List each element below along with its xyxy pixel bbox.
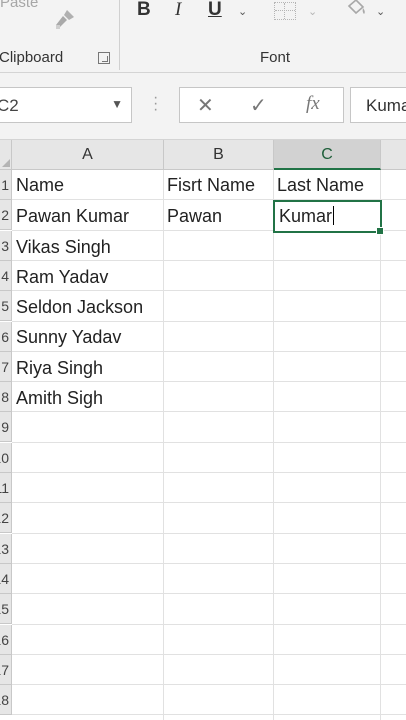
ribbon-divider <box>119 0 120 70</box>
gridline <box>12 593 406 594</box>
insert-function-icon[interactable]: fx <box>306 93 320 115</box>
bold-button[interactable]: B <box>137 0 151 21</box>
fill-color-dropdown-icon[interactable]: ⌄ <box>376 5 385 18</box>
row-number: 6 <box>1 329 9 345</box>
cell-a6[interactable]: Sunny Yadav <box>16 322 121 352</box>
row-header-1[interactable]: 1 <box>0 170 12 200</box>
gridline <box>12 684 406 685</box>
cell-c2: Kumar <box>279 206 333 226</box>
row-header-8[interactable]: 8 <box>0 382 12 412</box>
dialog-launcher-icon[interactable] <box>98 52 110 64</box>
row-number: 9 <box>1 419 9 435</box>
row-header-15[interactable]: 15 <box>0 594 12 624</box>
row-header-16[interactable]: 16 <box>0 625 12 655</box>
text-cursor <box>333 206 335 225</box>
cell-a1[interactable]: Name <box>16 170 64 200</box>
cell-b1[interactable]: Fisrt Name <box>167 170 255 200</box>
column-header-b[interactable]: B <box>164 140 274 170</box>
row-number: 4 <box>1 268 9 284</box>
gridline <box>380 170 381 720</box>
cell-a4[interactable]: Ram Yadav <box>16 262 108 292</box>
gridline <box>163 170 164 720</box>
formula-input[interactable]: Kumar <box>350 87 406 123</box>
paste-button[interactable]: Paste <box>0 0 38 11</box>
row-header-6[interactable]: 6 <box>0 322 12 352</box>
row-number: 5 <box>1 298 9 314</box>
row-header-7[interactable]: 7 <box>0 352 12 382</box>
enter-icon[interactable]: ✓ <box>250 93 267 118</box>
row-header-2[interactable]: 2 <box>0 200 12 230</box>
gridline <box>12 502 406 503</box>
row-header-14[interactable]: 14 <box>0 564 12 594</box>
active-cell-c2[interactable]: Kumar <box>273 200 384 235</box>
row-header-11[interactable]: 11 <box>0 473 12 503</box>
borders-icon[interactable] <box>274 2 296 20</box>
row-number: 10 <box>0 450 9 466</box>
cell-a3[interactable]: Vikas Singh <box>16 232 111 262</box>
gridline <box>12 472 406 473</box>
row-header-17[interactable]: 17 <box>0 655 12 685</box>
cell-b2[interactable]: Pawan <box>167 201 222 231</box>
row-number: 2 <box>1 207 9 223</box>
name-box[interactable]: C2 ▼ <box>0 87 132 123</box>
fill-handle[interactable] <box>376 227 384 235</box>
font-group-label: Font <box>260 49 291 66</box>
column-header-d[interactable] <box>381 140 406 170</box>
select-all-corner[interactable] <box>0 140 12 170</box>
format-painter-icon[interactable] <box>52 6 80 34</box>
gridline <box>12 442 406 443</box>
clipboard-group-label: Clipboard <box>0 49 64 66</box>
row-number: 7 <box>1 359 9 375</box>
gridline <box>273 170 274 720</box>
formula-tools: ✕ ✓ fx <box>179 87 344 123</box>
gridline <box>12 624 406 625</box>
row-number: 16 <box>0 632 9 648</box>
cell-a8[interactable]: Amith Sigh <box>16 383 103 413</box>
row-number: 15 <box>0 601 9 617</box>
row-header-10[interactable]: 10 <box>0 443 12 473</box>
fill-color-icon[interactable] <box>343 0 369 24</box>
underline-dropdown-icon[interactable]: ⌄ <box>238 5 247 18</box>
column-header-c[interactable]: C <box>274 140 381 170</box>
cell-a5[interactable]: Seldon Jackson <box>16 292 143 322</box>
spreadsheet-grid: A B C 123456789101112131415161718 Name F… <box>0 140 406 720</box>
cell-c1[interactable]: Last Name <box>277 170 364 200</box>
underline-button[interactable]: U <box>208 0 222 21</box>
gridline <box>12 654 406 655</box>
row-number: 14 <box>0 571 9 587</box>
gridline <box>12 533 406 534</box>
row-header-5[interactable]: 5 <box>0 291 12 321</box>
ribbon: Paste Clipboard B I U ⌄ ⌄ ⌄ Font <box>0 0 406 73</box>
column-header-a[interactable]: A <box>12 140 164 170</box>
cell-a2[interactable]: Pawan Kumar <box>16 201 129 231</box>
cell-a7[interactable]: Riya Singh <box>16 353 103 383</box>
row-header-4[interactable]: 4 <box>0 261 12 291</box>
row-number: 17 <box>0 662 9 678</box>
row-number: 3 <box>1 238 9 254</box>
gridline <box>12 714 406 715</box>
row-number: 18 <box>0 692 9 708</box>
gridline <box>12 563 406 564</box>
row-header-3[interactable]: 3 <box>0 231 12 261</box>
drag-handle-icon[interactable]: · · · <box>153 90 158 118</box>
row-number: 12 <box>0 510 9 526</box>
row-number: 11 <box>0 480 9 496</box>
row-header-12[interactable]: 12 <box>0 503 12 533</box>
chevron-down-icon[interactable]: ▼ <box>111 97 123 111</box>
name-box-value: C2 <box>0 96 19 115</box>
row-header-13[interactable]: 13 <box>0 534 12 564</box>
borders-dropdown-icon[interactable]: ⌄ <box>308 5 317 18</box>
row-header-9[interactable]: 9 <box>0 412 12 442</box>
formula-bar: C2 ▼ ··· ✕ ✓ fx Kumar <box>0 73 406 140</box>
italic-button[interactable]: I <box>175 0 181 21</box>
formula-text: Kumar <box>366 96 406 115</box>
row-header-18[interactable]: 18 <box>0 685 12 715</box>
row-number: 8 <box>1 389 9 405</box>
row-number: 1 <box>1 177 9 193</box>
cancel-icon[interactable]: ✕ <box>197 93 214 118</box>
row-number: 13 <box>0 541 9 557</box>
